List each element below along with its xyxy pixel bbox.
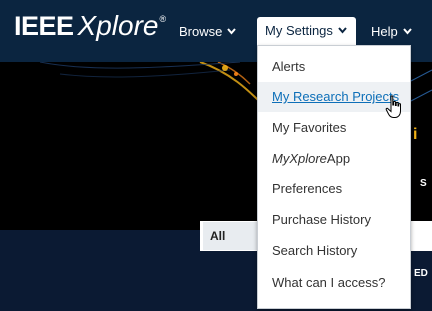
background-text-fragment: i: [413, 126, 418, 143]
search-input[interactable]: [410, 222, 432, 250]
logo-registered-mark: ®: [159, 14, 167, 24]
menu-item-myxplore-app[interactable]: MyXploreApp: [258, 144, 410, 174]
nav-browse[interactable]: Browse: [179, 22, 237, 42]
logo-brand: IEEE: [14, 11, 74, 41]
nav-help[interactable]: Help: [371, 22, 412, 42]
menu-item-preferences[interactable]: Preferences: [258, 174, 410, 204]
chevron-down-icon: [227, 27, 237, 35]
menu-item-alerts[interactable]: Alerts: [258, 52, 410, 82]
background-text-fragment: ED: [414, 268, 428, 279]
menu-item-what-can-i-access[interactable]: What can I access?: [258, 268, 410, 298]
nav-help-label: Help: [371, 24, 398, 39]
background-text-fragment: S: [420, 178, 427, 189]
menu-item-search-history[interactable]: Search History: [258, 236, 410, 266]
my-settings-dropdown: Alerts My Research Projects My Favorites…: [257, 45, 411, 309]
hand-pointer-icon: [385, 95, 403, 119]
menu-item-myxplore-rest: App: [326, 151, 351, 166]
ieee-xplore-logo[interactable]: IEEE Xplore®: [14, 10, 166, 50]
search-scope-label: All: [210, 229, 226, 243]
nav-my-settings-label: My Settings: [265, 23, 333, 38]
logo-product: Xplore: [77, 10, 159, 41]
menu-item-purchase-history[interactable]: Purchase History: [258, 205, 410, 235]
nav-browse-label: Browse: [179, 24, 223, 39]
chevron-down-icon: [338, 26, 347, 34]
chevron-down-icon: [402, 27, 412, 35]
menu-item-myxplore-italic: MyXplore: [272, 151, 327, 166]
nav-my-settings[interactable]: My Settings: [257, 17, 356, 45]
